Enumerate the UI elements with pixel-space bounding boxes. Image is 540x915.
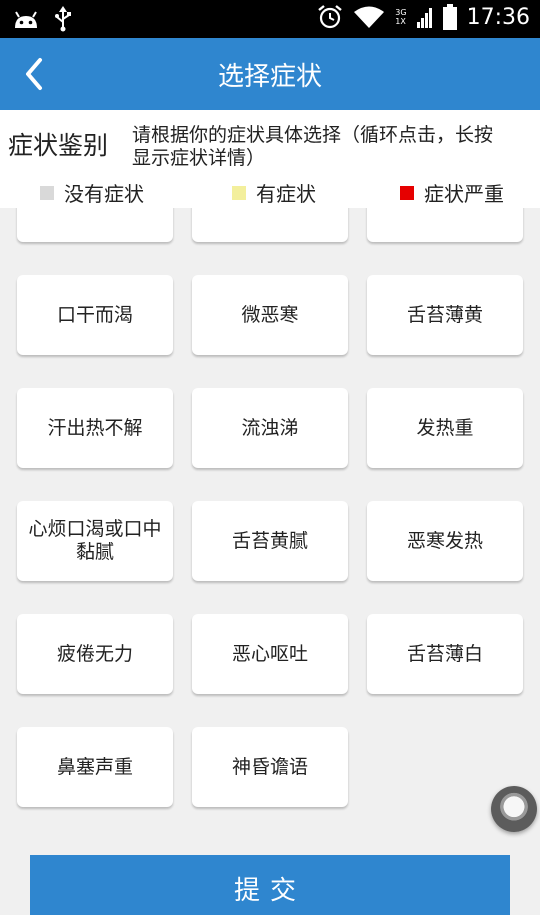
- legend-present: 有症状: [232, 178, 316, 207]
- submit-button[interactable]: 提交: [30, 855, 510, 915]
- network-top: 3G: [395, 8, 407, 17]
- symptom-card[interactable]: 心烦口渴或口中黏腻: [17, 501, 173, 581]
- clock: 17:36: [466, 4, 530, 30]
- legend-label-present: 有症状: [256, 182, 316, 206]
- symptom-card-hidden[interactable]: [367, 208, 523, 242]
- android-icon: [15, 11, 37, 28]
- legend-swatch-present: [232, 185, 246, 200]
- network-bottom: 1X: [395, 17, 406, 26]
- legend-none: 没有症状: [40, 178, 144, 207]
- symptom-header: 症状鉴别 请根据你的症状具体选择（循环点击，长按 显示症状详情） 没有症状 有症…: [0, 110, 540, 208]
- header-description: 请根据你的症状具体选择（循环点击，长按 显示症状详情）: [132, 124, 532, 170]
- legend-label-severe: 症状严重: [424, 182, 504, 206]
- wifi-icon: [354, 6, 385, 28]
- symptom-card[interactable]: 神昏谵语: [192, 727, 348, 807]
- header-description-line2: 显示症状详情）: [132, 147, 266, 169]
- symptom-card-hidden[interactable]: [192, 208, 348, 242]
- symptom-card[interactable]: 舌苔薄黄: [367, 275, 523, 355]
- symptom-card[interactable]: 舌苔黄腻: [192, 501, 348, 581]
- header-label: 症状鉴别: [8, 131, 109, 160]
- legend-label-none: 没有症状: [64, 182, 144, 206]
- title-bar: 选择症状: [0, 38, 540, 110]
- battery-icon: [442, 4, 457, 30]
- legend-swatch-severe: [400, 185, 414, 200]
- usb-icon: [55, 6, 71, 32]
- symptom-card[interactable]: 流浊涕: [192, 388, 348, 468]
- legend-severe: 症状严重: [400, 178, 504, 207]
- alarm-icon: [318, 5, 343, 29]
- symptom-card[interactable]: 口干而渴: [17, 275, 173, 355]
- signal-icon: [416, 8, 432, 28]
- legend-swatch-none: [40, 185, 54, 200]
- status-bar: 3G 1X 17:36: [0, 0, 540, 38]
- symptom-card[interactable]: 发热重: [367, 388, 523, 468]
- symptom-card-hidden[interactable]: [17, 208, 173, 242]
- symptom-card[interactable]: 微恶寒: [192, 275, 348, 355]
- header-description-line1: 请根据你的症状具体选择（循环点击，长按: [132, 124, 494, 146]
- symptom-card[interactable]: 汗出热不解: [17, 388, 173, 468]
- page-title: 选择症状: [217, 62, 322, 92]
- symptom-grid[interactable]: 口干而渴 微恶寒 舌苔薄黄 汗出热不解 流浊涕 发热重 心烦口渴或口中黏腻 舌苔…: [0, 208, 540, 915]
- symptom-card[interactable]: 恶心呕吐: [192, 614, 348, 694]
- symptom-card[interactable]: 舌苔薄白: [367, 614, 523, 694]
- symptom-card[interactable]: 鼻塞声重: [17, 727, 173, 807]
- symptom-card[interactable]: 疲倦无力: [17, 614, 173, 694]
- network-type: 3G 1X: [395, 8, 406, 26]
- symptom-card[interactable]: 恶寒发热: [367, 501, 523, 581]
- floating-assist-button[interactable]: [491, 786, 537, 832]
